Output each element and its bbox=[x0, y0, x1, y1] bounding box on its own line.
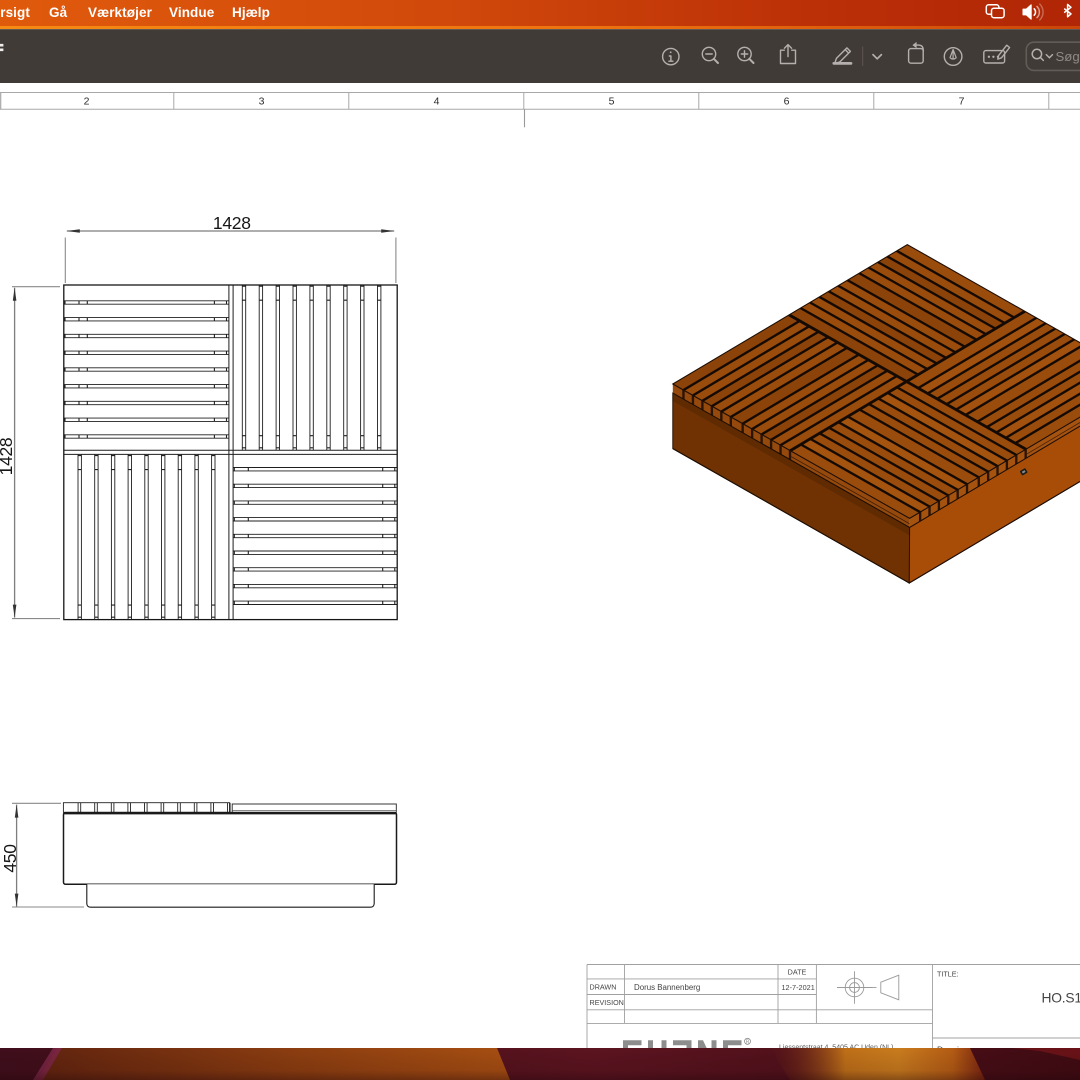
svg-text:1428: 1428 bbox=[0, 438, 16, 476]
svg-text:12-7-2021: 12-7-2021 bbox=[782, 983, 815, 992]
svg-text:450: 450 bbox=[0, 844, 20, 873]
svg-text:5: 5 bbox=[609, 96, 615, 108]
svg-text:Søg: Søg bbox=[1056, 49, 1080, 64]
svg-text:HO.S10: HO.S10 bbox=[1042, 991, 1080, 1006]
svg-text:6: 6 bbox=[784, 96, 790, 108]
svg-text:TITLE:: TITLE: bbox=[937, 970, 959, 979]
svg-text:1428: 1428 bbox=[213, 213, 251, 233]
svg-text:REVISION: REVISION bbox=[590, 998, 624, 1007]
svg-text:7: 7 bbox=[959, 96, 965, 108]
svg-text:DATE: DATE bbox=[788, 968, 807, 977]
svg-text:4: 4 bbox=[434, 96, 440, 108]
svg-text:Dorus Bannenberg: Dorus Bannenberg bbox=[634, 983, 700, 992]
svg-text:DRAWN: DRAWN bbox=[590, 983, 617, 992]
svg-text:2: 2 bbox=[84, 96, 90, 108]
svg-text:3: 3 bbox=[259, 96, 265, 108]
svg-text:R: R bbox=[746, 1040, 750, 1046]
